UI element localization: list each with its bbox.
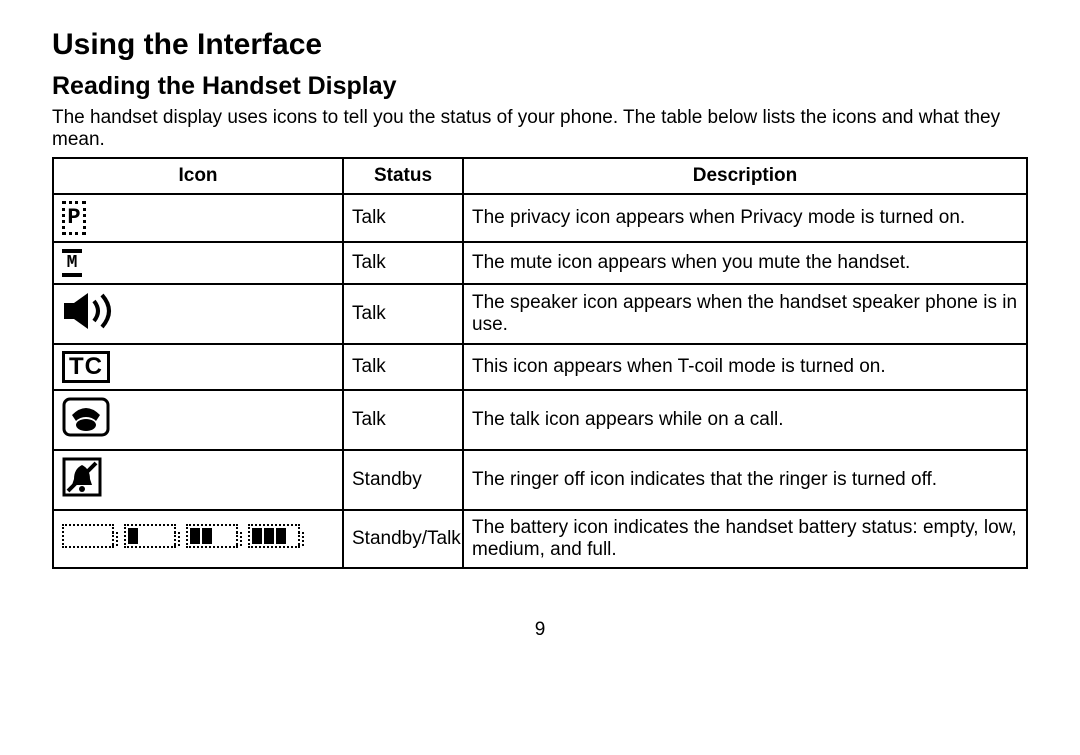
header-icon: Icon <box>53 158 343 194</box>
description-cell: The battery icon indicates the handset b… <box>463 510 1027 568</box>
table-header-row: Icon Status Description <box>53 158 1027 194</box>
page-number: 9 <box>52 619 1028 641</box>
ringer-off-icon <box>62 457 102 503</box>
icon-status-table: Icon Status Description P Talk The priva… <box>52 157 1028 569</box>
table-row: TC Talk This icon appears when T-coil mo… <box>53 344 1027 390</box>
section-subtitle: Reading the Handset Display <box>52 72 1028 101</box>
icon-cell <box>53 450 343 510</box>
table-row: P Talk The privacy icon appears when Pri… <box>53 194 1027 242</box>
icon-cell <box>53 284 343 344</box>
description-cell: The speaker icon appears when the handse… <box>463 284 1027 344</box>
status-cell: Talk <box>343 242 463 284</box>
battery-low-icon <box>124 524 176 548</box>
header-status: Status <box>343 158 463 194</box>
table-row: Standby The ringer off icon indicates th… <box>53 450 1027 510</box>
description-cell: This icon appears when T-coil mode is tu… <box>463 344 1027 390</box>
battery-empty-icon <box>62 524 114 548</box>
description-cell: The privacy icon appears when Privacy mo… <box>463 194 1027 242</box>
table-row: M Talk The mute icon appears when you mu… <box>53 242 1027 284</box>
status-cell: Talk <box>343 284 463 344</box>
status-cell: Standby <box>343 450 463 510</box>
description-cell: The ringer off icon indicates that the r… <box>463 450 1027 510</box>
icon-cell <box>53 390 343 450</box>
status-cell: Talk <box>343 390 463 450</box>
talk-icon <box>62 397 110 443</box>
battery-medium-icon <box>186 524 238 548</box>
mute-icon: M <box>62 249 82 277</box>
battery-icon <box>62 524 300 548</box>
icon-cell: P <box>53 194 343 242</box>
mute-bottom-dash <box>62 273 82 277</box>
page-title: Using the Interface <box>52 28 1028 62</box>
table-row: Talk The talk icon appears while on a ca… <box>53 390 1027 450</box>
icon-cell: M <box>53 242 343 284</box>
description-cell: The talk icon appears while on a call. <box>463 390 1027 450</box>
privacy-icon: P <box>62 201 86 235</box>
icon-cell <box>53 510 343 568</box>
header-description: Description <box>463 158 1027 194</box>
battery-full-icon <box>248 524 300 548</box>
status-cell: Talk <box>343 344 463 390</box>
speaker-icon <box>62 291 118 337</box>
mute-letter: M <box>67 256 78 270</box>
table-row: Talk The speaker icon appears when the h… <box>53 284 1027 344</box>
manual-page: Using the Interface Reading the Handset … <box>0 0 1080 641</box>
status-cell: Standby/Talk <box>343 510 463 568</box>
icon-cell: TC <box>53 344 343 390</box>
tcoil-icon: TC <box>62 351 110 383</box>
table-row: Standby/Talk The battery icon indicates … <box>53 510 1027 568</box>
intro-text: The handset display uses icons to tell y… <box>52 107 1028 151</box>
status-cell: Talk <box>343 194 463 242</box>
description-cell: The mute icon appears when you mute the … <box>463 242 1027 284</box>
